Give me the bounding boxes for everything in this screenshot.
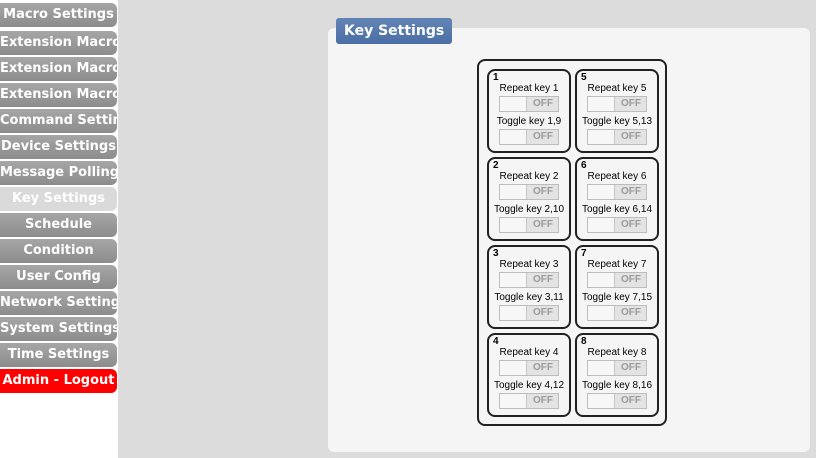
toggle-state: OFF [533, 186, 553, 197]
toggle-knob [588, 218, 615, 232]
toggle-key-label: Toggle key 4,12 [493, 380, 565, 391]
key-card-5: 5 Repeat key 5 OFF Toggle key 5,13 OFF [575, 69, 659, 153]
key-number: 6 [581, 160, 587, 171]
toggle-key-label: Toggle key 5,13 [581, 116, 653, 127]
repeat-key-label: Repeat key 8 [587, 347, 647, 358]
keypad-container: 1 Repeat key 1 OFF Toggle key 1,9 OFF 2 … [477, 59, 667, 426]
repeat-key-label: Repeat key 4 [499, 347, 559, 358]
toggle-knob [500, 306, 527, 320]
repeat-key-5-toggle[interactable]: OFF [587, 96, 647, 112]
repeat-key-4-toggle[interactable]: OFF [499, 360, 559, 376]
toggle-knob [500, 218, 527, 232]
toggle-state: OFF [621, 274, 641, 285]
key-card-6: 6 Repeat key 6 OFF Toggle key 6,14 OFF [575, 157, 659, 241]
repeat-key-label: Repeat key 6 [587, 171, 647, 182]
toggle-key-2-toggle[interactable]: OFF [499, 217, 559, 233]
toggle-key-1-toggle[interactable]: OFF [499, 129, 559, 145]
toggle-state: OFF [533, 362, 553, 373]
toggle-key-6-toggle[interactable]: OFF [587, 217, 647, 233]
repeat-key-1-toggle[interactable]: OFF [499, 96, 559, 112]
repeat-key-label: Repeat key 1 [499, 83, 559, 94]
repeat-key-label: Repeat key 2 [499, 171, 559, 182]
sidebar-item-device-settings[interactable]: Device Settings [0, 135, 117, 159]
toggle-knob [588, 306, 615, 320]
toggle-state: OFF [533, 219, 553, 230]
toggle-key-label: Toggle key 1,9 [496, 116, 562, 127]
toggle-state: OFF [621, 186, 641, 197]
sidebar-item-extension-macro-1[interactable]: Extension Macro 1 [0, 31, 117, 55]
key-card-4: 4 Repeat key 4 OFF Toggle key 4,12 OFF [487, 333, 571, 417]
toggle-knob [500, 97, 527, 111]
toggle-state: OFF [533, 395, 553, 406]
toggle-state: OFF [533, 98, 553, 109]
toggle-state: OFF [621, 362, 641, 373]
toggle-knob [500, 185, 527, 199]
repeat-key-label: Repeat key 5 [587, 83, 647, 94]
repeat-key-3-toggle[interactable]: OFF [499, 272, 559, 288]
key-number: 1 [493, 72, 499, 83]
toggle-knob [500, 273, 527, 287]
sidebar-item-schedule[interactable]: Schedule [0, 213, 117, 237]
key-card-1: 1 Repeat key 1 OFF Toggle key 1,9 OFF [487, 69, 571, 153]
toggle-state: OFF [621, 131, 641, 142]
toggle-knob [500, 394, 527, 408]
toggle-key-label: Toggle key 2,10 [493, 204, 565, 215]
key-number: 2 [493, 160, 499, 171]
key-number: 7 [581, 248, 587, 259]
sidebar-item-key-settings[interactable]: Key Settings [0, 187, 117, 211]
sidebar-item-network-settings[interactable]: Network Settings [0, 291, 117, 315]
toggle-key-7-toggle[interactable]: OFF [587, 305, 647, 321]
key-card-3: 3 Repeat key 3 OFF Toggle key 3,11 OFF [487, 245, 571, 329]
sidebar-item-macro-settings[interactable]: Macro Settings [0, 3, 117, 27]
sidebar-item-user-config[interactable]: User Config [0, 265, 117, 289]
toggle-state: OFF [621, 219, 641, 230]
sidebar-item-condition[interactable]: Condition [0, 239, 117, 263]
sidebar: Macro Settings Extension Macro 1 Extensi… [0, 0, 118, 458]
toggle-knob [588, 394, 615, 408]
toggle-state: OFF [621, 395, 641, 406]
key-number: 8 [581, 336, 587, 347]
sidebar-item-command-settings[interactable]: Command Settings [0, 109, 117, 133]
toggle-key-label: Toggle key 7,15 [581, 292, 653, 303]
toggle-key-label: Toggle key 3,11 [494, 292, 564, 303]
sidebar-item-extension-macro-2[interactable]: Extension Macro 2 [0, 57, 117, 81]
sidebar-item-message-polling[interactable]: Message Polling [0, 161, 117, 185]
key-card-7: 7 Repeat key 7 OFF Toggle key 7,15 OFF [575, 245, 659, 329]
toggle-knob [588, 97, 615, 111]
toggle-key-label: Toggle key 8,16 [581, 380, 653, 391]
toggle-knob [588, 130, 615, 144]
repeat-key-7-toggle[interactable]: OFF [587, 272, 647, 288]
toggle-key-8-toggle[interactable]: OFF [587, 393, 647, 409]
toggle-knob [588, 273, 615, 287]
toggle-knob [500, 361, 527, 375]
key-number: 3 [493, 248, 499, 259]
toggle-state: OFF [533, 307, 553, 318]
key-card-8: 8 Repeat key 8 OFF Toggle key 8,16 OFF [575, 333, 659, 417]
toggle-knob [588, 185, 615, 199]
toggle-key-5-toggle[interactable]: OFF [587, 129, 647, 145]
sidebar-item-system-settings[interactable]: System Settings [0, 317, 117, 341]
toggle-key-4-toggle[interactable]: OFF [499, 393, 559, 409]
sidebar-item-extension-macro-3[interactable]: Extension Macro 3 [0, 83, 117, 107]
repeat-key-label: Repeat key 3 [499, 259, 559, 270]
key-number: 5 [581, 72, 587, 83]
repeat-key-8-toggle[interactable]: OFF [587, 360, 647, 376]
sidebar-item-time-settings[interactable]: Time Settings [0, 343, 117, 367]
toggle-state: OFF [533, 274, 553, 285]
sidebar-item-admin-logout[interactable]: Admin - Logout [0, 369, 117, 393]
toggle-key-label: Toggle key 6,14 [581, 204, 653, 215]
toggle-state: OFF [621, 98, 641, 109]
repeat-key-2-toggle[interactable]: OFF [499, 184, 559, 200]
toggle-key-3-toggle[interactable]: OFF [499, 305, 559, 321]
key-number: 4 [493, 336, 499, 347]
repeat-key-label: Repeat key 7 [587, 259, 647, 270]
toggle-state: OFF [533, 131, 553, 142]
key-card-2: 2 Repeat key 2 OFF Toggle key 2,10 OFF [487, 157, 571, 241]
toggle-knob [500, 130, 527, 144]
toggle-state: OFF [621, 307, 641, 318]
repeat-key-6-toggle[interactable]: OFF [587, 184, 647, 200]
toggle-knob [588, 361, 615, 375]
page-title: Key Settings [336, 18, 453, 44]
